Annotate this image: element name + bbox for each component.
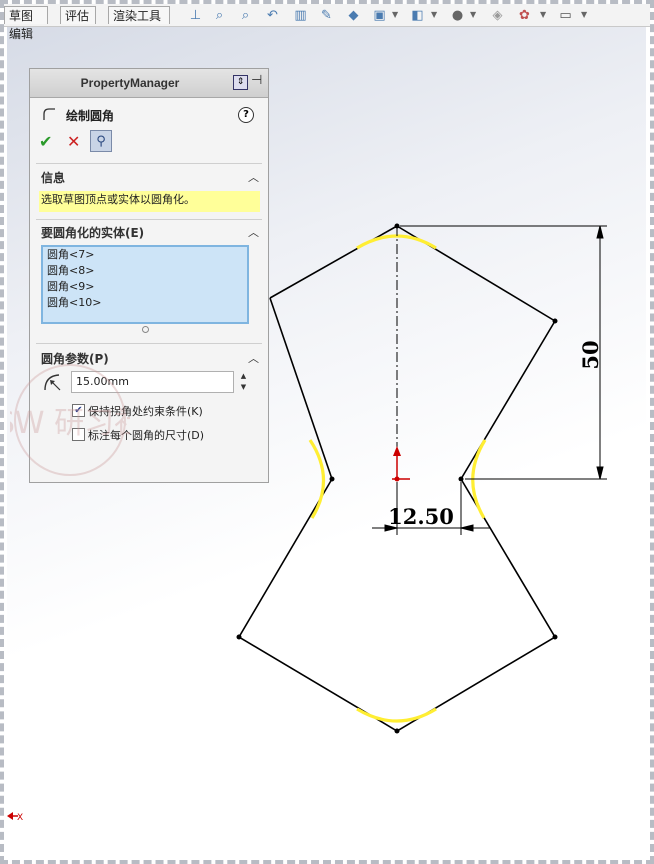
fillet-arc-left: [308, 439, 326, 519]
list-item[interactable]: 圆角<10>: [43, 295, 247, 311]
entities-section-title: 要圆角化的实体(E): [41, 226, 145, 240]
list-item[interactable]: 圆角<9>: [43, 279, 247, 295]
property-manager-title: PropertyManager: [80, 76, 180, 90]
expand-panel-icon[interactable]: ⇕: [233, 75, 248, 90]
help-icon[interactable]: ?: [238, 107, 254, 123]
ok-button[interactable]: ✔: [39, 132, 52, 151]
dimension-each-label: 标注每个圆角的尺寸(D): [88, 429, 205, 442]
dimension-vertical-text: 50: [578, 340, 603, 369]
section-divider: [36, 343, 262, 344]
dimension-vertical-lines: [400, 225, 607, 480]
params-section-title: 圆角参数(P): [41, 352, 109, 366]
section-divider: [36, 219, 262, 220]
pin-panel-icon[interactable]: ⊣: [251, 73, 262, 88]
collapse-entities-icon[interactable]: ︿: [248, 224, 259, 240]
dimension-each-checkbox[interactable]: [72, 428, 85, 441]
cancel-button[interactable]: ✕: [67, 132, 80, 151]
entities-list[interactable]: 圆角<7> 圆角<8> 圆角<9> 圆角<10>: [41, 245, 249, 324]
sketch-origin-icon: [392, 446, 410, 482]
list-resize-handle[interactable]: [142, 326, 149, 333]
info-message: 选取草图顶点或实体以圆角化。: [39, 191, 260, 212]
fillet-command-icon: [43, 108, 55, 120]
list-item[interactable]: 圆角<8>: [43, 263, 247, 279]
property-manager-header: PropertyManager ⇕ ⊣: [30, 69, 268, 98]
keep-visible-pin-button[interactable]: ⚲: [90, 130, 112, 152]
radius-input[interactable]: 15.00mm: [71, 371, 234, 393]
keep-corner-label: 保持拐角处约束条件(K): [88, 405, 203, 418]
collapse-info-icon[interactable]: ︿: [248, 169, 259, 185]
radius-icon: [44, 374, 61, 391]
section-divider: [36, 163, 262, 164]
keep-corner-checkbox[interactable]: ✔: [72, 404, 85, 417]
radius-spinner[interactable]: ▲ ▼: [237, 371, 250, 393]
dimension-horizontal-text: 12.50: [388, 504, 454, 529]
property-manager-panel: PropertyManager ⇕ ⊣ 绘制圆角 ? ✔ ✕ ⚲ 信息 ︿ 选取…: [29, 68, 269, 483]
list-item[interactable]: 圆角<7>: [43, 247, 247, 263]
collapse-params-icon[interactable]: ︿: [248, 350, 259, 366]
fillet-arc-bottom: [356, 707, 437, 723]
command-title: 绘制圆角: [66, 109, 115, 123]
info-section-title: 信息: [41, 171, 66, 185]
axis-label: X: [17, 813, 23, 823]
